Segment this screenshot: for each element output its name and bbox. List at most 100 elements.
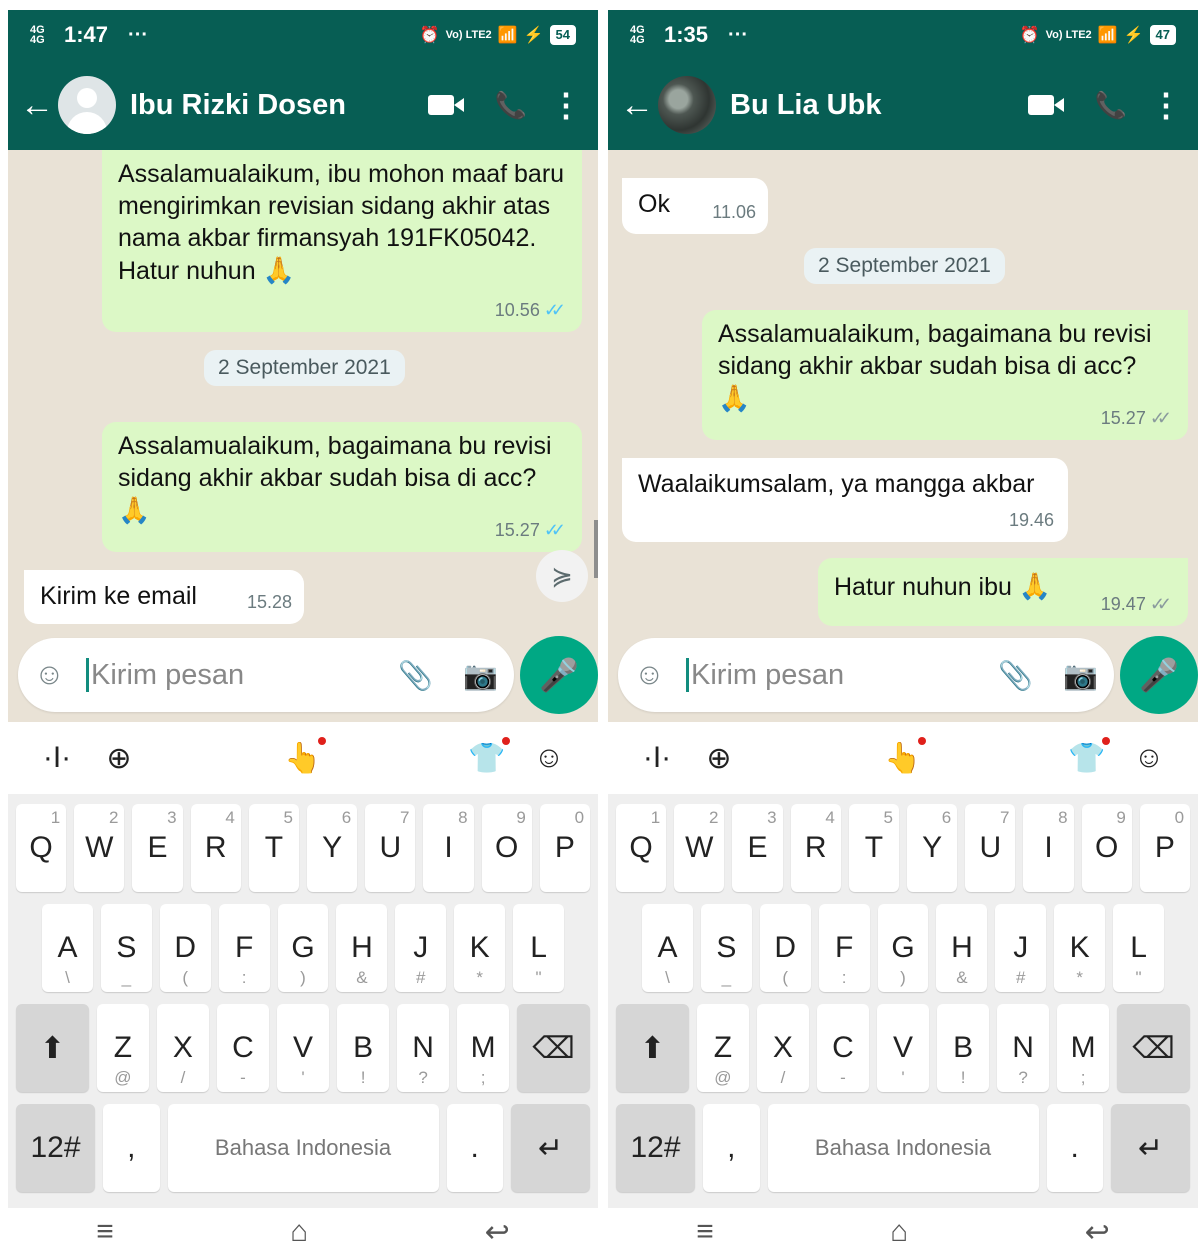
key-u[interactable]: U7: [365, 804, 416, 892]
key-t[interactable]: T5: [848, 804, 900, 892]
key-q[interactable]: Q1: [616, 804, 667, 892]
paperclip-icon[interactable]: 📎: [998, 659, 1033, 692]
emoji-keyboard-icon[interactable]: ☺: [518, 741, 580, 775]
menu-icon[interactable]: ≡: [96, 1215, 114, 1249]
key-x[interactable]: X /: [156, 1004, 209, 1092]
message-input[interactable]: ☺ Kirim pesan 📎 📷: [618, 638, 1114, 712]
key-y[interactable]: Y6: [907, 804, 958, 892]
enter-key[interactable]: ↵: [1110, 1104, 1190, 1192]
message-bubble-outgoing[interactable]: Assalamualaikum, bagaimana bu revisi sid…: [102, 422, 582, 552]
key-t[interactable]: T5: [248, 804, 300, 892]
comma-key[interactable]: ,: [703, 1104, 760, 1192]
back-arrow-icon[interactable]: ←: [20, 86, 56, 125]
theme-icon[interactable]: 👕: [456, 736, 518, 776]
key-f[interactable]: F:: [218, 904, 270, 992]
message-bubble-outgoing[interactable]: Assalamualaikum, bagaimana bu revisi sid…: [702, 310, 1188, 440]
contact-name[interactable]: Ibu Rizki Dosen: [130, 89, 406, 122]
message-bubble-incoming[interactable]: Ok 11.06: [622, 178, 768, 234]
message-bubble-outgoing[interactable]: Hatur nuhun ibu 🙏 19.47 ✓✓: [818, 558, 1188, 626]
emoji-icon[interactable]: ☺: [34, 658, 74, 692]
camera-icon[interactable]: 📷: [463, 659, 498, 692]
shift-key[interactable]: ⬆: [616, 1004, 689, 1092]
camera-icon[interactable]: 📷: [1063, 659, 1098, 692]
key-z[interactable]: Z @: [696, 1004, 749, 1092]
key-n[interactable]: N?: [397, 1004, 450, 1092]
key-d[interactable]: D(: [759, 904, 811, 992]
globe-icon[interactable]: ⊕: [688, 741, 750, 776]
gesture-icon[interactable]: 👆: [272, 736, 334, 776]
key-k[interactable]: K *: [1054, 904, 1106, 992]
paperclip-icon[interactable]: 📎: [398, 659, 433, 692]
key-c[interactable]: C-: [816, 1004, 869, 1092]
gesture-icon[interactable]: 👆: [872, 736, 934, 776]
microphone-button[interactable]: 🎤: [1120, 636, 1198, 714]
symbols-key[interactable]: 12#: [16, 1104, 96, 1192]
key-b[interactable]: B!: [337, 1004, 390, 1092]
period-key[interactable]: .: [446, 1104, 503, 1192]
key-n[interactable]: N?: [997, 1004, 1050, 1092]
key-d[interactable]: D(: [159, 904, 211, 992]
key-l[interactable]: L ": [513, 904, 565, 992]
key-l[interactable]: L ": [1113, 904, 1165, 992]
back-arrow-icon[interactable]: ←: [620, 86, 656, 125]
key-j[interactable]: J #: [395, 904, 447, 992]
key-i[interactable]: I8: [1023, 804, 1074, 892]
key-i[interactable]: I8: [423, 804, 474, 892]
key-r[interactable]: R4: [790, 804, 841, 892]
avatar[interactable]: [658, 76, 716, 134]
back-icon[interactable]: ↩: [1085, 1215, 1110, 1250]
scrollbar[interactable]: [594, 520, 598, 578]
key-e[interactable]: E3: [732, 804, 783, 892]
key-s[interactable]: S _: [100, 904, 152, 992]
key-y[interactable]: Y6: [307, 804, 358, 892]
message-bubble-outgoing[interactable]: Assalamualaikum, ibu mohon maaf baru men…: [102, 150, 582, 332]
message-bubble-incoming[interactable]: Waalaikumsalam, ya mangga akbar 19.46: [622, 458, 1068, 542]
globe-icon[interactable]: ⊕: [88, 741, 150, 776]
key-m[interactable]: M;: [457, 1004, 510, 1092]
video-call-icon[interactable]: [1006, 95, 1076, 115]
cursor-icon[interactable]: ·I·: [26, 741, 88, 775]
cursor-icon[interactable]: ·I·: [626, 741, 688, 775]
backspace-key[interactable]: ⌫: [1117, 1004, 1191, 1092]
scroll-to-bottom-button[interactable]: ≽: [536, 550, 588, 602]
key-w[interactable]: W2: [74, 804, 125, 892]
home-icon[interactable]: ⌂: [290, 1215, 308, 1249]
key-a[interactable]: A \: [42, 904, 93, 992]
key-j[interactable]: J #: [995, 904, 1047, 992]
key-o[interactable]: O9: [481, 804, 532, 892]
contact-name[interactable]: Bu Lia Ubk: [730, 89, 1006, 122]
phone-call-icon[interactable]: 📞: [476, 90, 546, 121]
key-h[interactable]: H &: [936, 904, 988, 992]
key-r[interactable]: R4: [190, 804, 241, 892]
backspace-key[interactable]: ⌫: [517, 1004, 591, 1092]
menu-icon[interactable]: ≡: [696, 1215, 714, 1249]
key-k[interactable]: K *: [454, 904, 506, 992]
more-options-icon[interactable]: ⋮: [1146, 89, 1186, 121]
back-icon[interactable]: ↩: [485, 1215, 510, 1250]
key-g[interactable]: G): [277, 904, 329, 992]
key-e[interactable]: E3: [132, 804, 183, 892]
emoji-keyboard-icon[interactable]: ☺: [1118, 741, 1180, 775]
key-s[interactable]: S _: [700, 904, 752, 992]
home-icon[interactable]: ⌂: [890, 1215, 908, 1249]
key-o[interactable]: O9: [1081, 804, 1132, 892]
space-key[interactable]: Bahasa Indonesia: [167, 1104, 439, 1192]
key-c[interactable]: C-: [216, 1004, 269, 1092]
key-q[interactable]: Q1: [16, 804, 67, 892]
key-m[interactable]: M;: [1057, 1004, 1110, 1092]
key-h[interactable]: H &: [336, 904, 388, 992]
shift-key[interactable]: ⬆: [16, 1004, 89, 1092]
theme-icon[interactable]: 👕: [1056, 736, 1118, 776]
key-a[interactable]: A \: [642, 904, 693, 992]
microphone-button[interactable]: 🎤: [520, 636, 598, 714]
period-key[interactable]: .: [1046, 1104, 1103, 1192]
more-options-icon[interactable]: ⋮: [546, 89, 586, 121]
key-b[interactable]: B!: [937, 1004, 990, 1092]
message-bubble-incoming[interactable]: Kirim ke email 15.28: [24, 570, 304, 624]
key-v[interactable]: V ': [277, 1004, 330, 1092]
message-input[interactable]: ☺ Kirim pesan 📎 📷: [18, 638, 514, 712]
key-p[interactable]: P0: [539, 804, 591, 892]
key-f[interactable]: F:: [818, 904, 870, 992]
enter-key[interactable]: ↵: [510, 1104, 590, 1192]
space-key[interactable]: Bahasa Indonesia: [767, 1104, 1039, 1192]
